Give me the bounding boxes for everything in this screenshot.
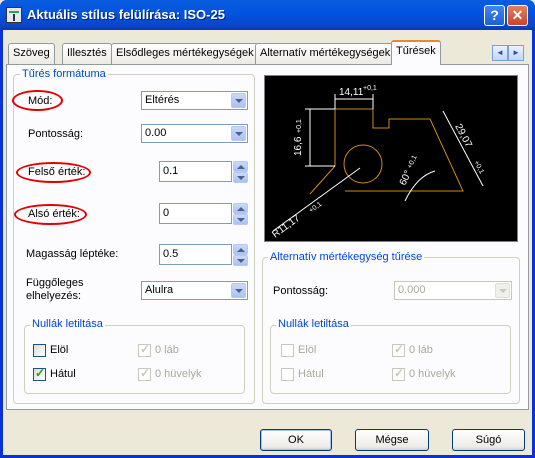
dimension-preview-drawing: 14,11 +0,1 16,6 +0,1 29,07 +0,1 60° +0,1…	[270, 85, 485, 241]
precision-value: 0.00	[145, 127, 167, 139]
alt-precision-label: Pontosság:	[273, 285, 329, 297]
chevron-down-icon[interactable]	[231, 126, 246, 141]
vertical-position-label-line1: Függőleges	[26, 277, 84, 289]
lower-value-field[interactable]: 0	[159, 203, 232, 224]
dim-top-text: 14,11	[339, 87, 364, 98]
vertical-position-value: Alulra	[145, 284, 174, 296]
spin-down-icon[interactable]	[233, 255, 248, 266]
ok-button[interactable]: OK	[260, 429, 332, 451]
alt-zero-suppression-title: Nullák letiltása	[276, 318, 351, 330]
chevron-down-icon[interactable]	[495, 283, 510, 298]
tab-szoveg[interactable]: Szöveg	[8, 43, 55, 64]
alt-zero-inches-checkbox[interactable]	[392, 366, 405, 381]
spin-down-icon[interactable]	[233, 214, 248, 225]
alt-zero-feet-label: 0 láb	[409, 344, 433, 356]
upper-value: 0.1	[163, 165, 179, 177]
zero-feet-label: 0 láb	[155, 344, 179, 356]
zero-suppression-title: Nullák letiltása	[30, 318, 105, 330]
upper-value-field[interactable]: 0.1	[159, 161, 232, 182]
alt-zero-suppression-group	[270, 325, 511, 394]
leading-zero-checkbox[interactable]	[33, 344, 46, 357]
vertical-position-dropdown[interactable]: Alulra	[141, 281, 248, 300]
zero-suppression-group	[24, 325, 245, 394]
dim-angle-text: 60°	[398, 169, 414, 187]
part-outline-top	[335, 108, 430, 129]
dim-radius-text: R11,17	[270, 213, 302, 241]
preview-panel: 14,11 +0,1 16,6 +0,1 29,07 +0,1 60° +0,1…	[264, 75, 518, 242]
upper-value-spinner[interactable]	[233, 161, 248, 183]
lower-value: 0	[163, 207, 170, 219]
alt-zero-feet-checkbox[interactable]	[392, 342, 405, 357]
lower-value-spinner[interactable]	[233, 203, 248, 225]
mode-value: Eltérés	[145, 94, 180, 106]
vertical-position-label-line2: elhelyezés:	[26, 290, 82, 302]
app-icon	[6, 7, 22, 23]
highlight-mode-ellipse	[12, 90, 63, 111]
help-button[interactable]: Súgó	[452, 429, 525, 451]
tab-turesek[interactable]: Tűrések	[391, 40, 441, 65]
hole-circle	[343, 144, 383, 184]
zero-feet-checkbox[interactable]	[138, 342, 151, 357]
tab-elsodleges[interactable]: Elsődleges mértékegységek	[111, 43, 259, 64]
cancel-button[interactable]: Mégse	[355, 429, 429, 451]
zero-inches-label: 0 hüvelyk	[155, 368, 202, 380]
spin-up-icon[interactable]	[233, 161, 248, 172]
alt-tolerance-title: Alternatív mértékegység tűrése	[268, 251, 425, 263]
mode-dropdown[interactable]: Eltérés	[141, 91, 248, 110]
dim-angle-tol: +0,1	[406, 154, 418, 170]
tab-illesztes[interactable]: Illesztés	[62, 43, 112, 64]
leading-zero-label: Elöl	[50, 344, 69, 356]
title-bar[interactable]: Aktuális stílus felülírása: ISO-25 ? ✕	[0, 0, 535, 30]
dim-radius-tol: +0,1	[308, 201, 323, 215]
spin-up-icon[interactable]	[233, 244, 248, 255]
close-button[interactable]: ✕	[507, 5, 528, 26]
chevron-down-icon[interactable]	[231, 93, 246, 108]
alt-precision-dropdown[interactable]: 0.000	[394, 281, 512, 300]
window-title: Aktuális stílus felülírása: ISO-25	[27, 7, 225, 22]
dim-right-text: 29,07	[452, 122, 474, 150]
alt-leading-zero-label: Elöl	[298, 344, 317, 356]
alt-leading-zero-checkbox[interactable]	[281, 344, 294, 357]
spin-down-icon[interactable]	[233, 172, 248, 183]
trailing-zero-label: Hátul	[50, 368, 76, 380]
height-scale-spinner[interactable]	[233, 244, 248, 266]
alt-zero-inches-label: 0 hüvelyk	[409, 368, 456, 380]
tab-scroll-right-icon[interactable]: ►	[508, 45, 524, 61]
chevron-down-icon[interactable]	[231, 283, 246, 298]
dim-left-tol: +0,1	[296, 119, 303, 133]
highlight-upper-ellipse	[16, 162, 91, 183]
help-title-button[interactable]: ?	[484, 5, 505, 26]
alt-trailing-zero-label: Hátul	[298, 368, 324, 380]
precision-label: Pontosság:	[28, 128, 84, 140]
tolerance-format-title: Tűrés formátuma	[20, 68, 108, 80]
height-scale-label: Magasság léptéke:	[26, 248, 119, 260]
trailing-zero-checkbox[interactable]	[33, 366, 46, 381]
alt-trailing-zero-checkbox[interactable]	[281, 368, 294, 381]
tab-alternativ[interactable]: Alternatív mértékegységek	[255, 43, 396, 64]
part-outline-left	[309, 109, 336, 195]
dim-right-tol: +0,1	[472, 160, 485, 176]
height-scale-field[interactable]: 0.5	[159, 244, 232, 265]
dim-top-tol: +0,1	[363, 85, 377, 92]
dim-left-text: 16,6	[293, 136, 304, 156]
zero-inches-checkbox[interactable]	[138, 366, 151, 381]
spin-up-icon[interactable]	[233, 203, 248, 214]
tab-scroll-left-icon[interactable]: ◄	[492, 45, 508, 61]
alt-precision-value: 0.000	[398, 284, 426, 296]
highlight-lower-ellipse	[14, 204, 87, 225]
height-scale-value: 0.5	[163, 248, 179, 260]
precision-dropdown[interactable]: 0.00	[141, 124, 248, 143]
